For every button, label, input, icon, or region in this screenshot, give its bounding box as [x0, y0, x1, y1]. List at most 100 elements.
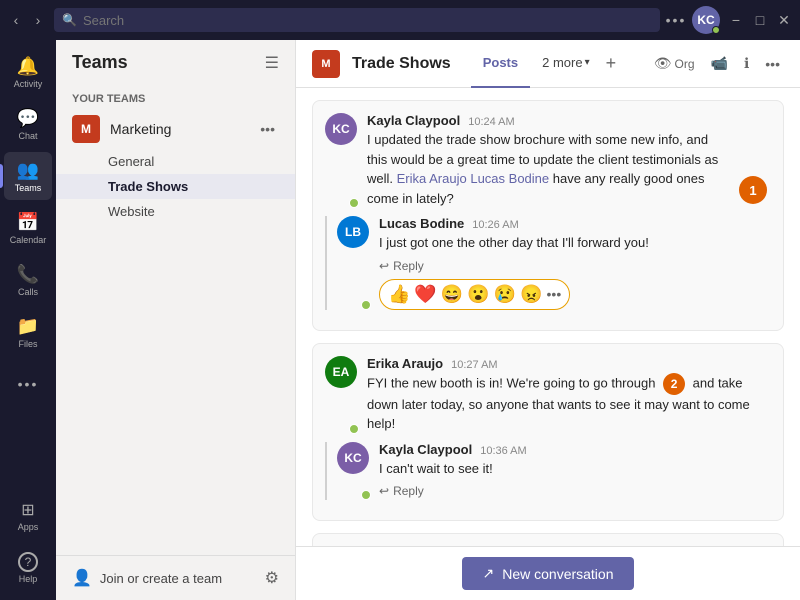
add-tab-button[interactable]: + [602, 49, 621, 78]
maximize-button[interactable]: □ [752, 12, 768, 28]
message-2: EA Erika Araujo 10:27 AM FYI the new boo… [325, 356, 771, 434]
window-controls: ‹ › [8, 12, 46, 28]
nav-apps-label: Apps [18, 522, 39, 532]
channel-website[interactable]: Website [56, 199, 295, 224]
reply-icon: ↩ [379, 259, 389, 273]
info-button[interactable]: ℹ [740, 51, 753, 76]
reaction-more-button[interactable]: ••• [547, 286, 562, 302]
message-reply-2: KC Kayla Claypool 10:36 AM I can't wait … [337, 442, 771, 501]
msg-author-1: Kayla Claypool [367, 113, 460, 128]
header-right: 👁 Org 📹 ℹ ••• [650, 51, 784, 76]
new-conv-icon: ↗ [482, 565, 494, 582]
nav-chat[interactable]: 💬 Chat [4, 100, 52, 148]
nav-apps[interactable]: ⊞ Apps [4, 492, 52, 540]
tab-posts[interactable]: Posts [471, 40, 530, 88]
msg-avatar-reply-2: KC [337, 442, 369, 474]
reply-button-1[interactable]: ↩ Reply [379, 257, 424, 275]
teams-icon: 👥 [17, 160, 39, 181]
channel-general[interactable]: General [56, 149, 295, 174]
msg-avatar-reply-1: LB [337, 216, 369, 248]
filter-button[interactable]: ☰ [265, 53, 279, 73]
msg-author-reply-1: Lucas Bodine [379, 216, 464, 231]
msg-text-2: FYI the new booth is in! We're going to … [367, 373, 771, 434]
back-button[interactable]: ‹ [8, 12, 24, 28]
search-bar[interactable]: 🔍 [54, 8, 660, 32]
calendar-icon: 📅 [17, 212, 39, 233]
reaction-heart[interactable]: ❤️ [414, 284, 436, 305]
msg-header-reply-1: Lucas Bodine 10:26 AM [379, 216, 771, 231]
reply-button-2[interactable]: ↩ Reply [379, 482, 424, 500]
join-team-label: Join or create a team [100, 571, 222, 586]
join-team-button[interactable]: 👤 Join or create a team [72, 568, 222, 588]
teams-section: Your teams M Marketing ••• General Trade… [56, 85, 295, 228]
nav-calls-label: Calls [18, 287, 38, 297]
activity-icon: 🔔 [17, 56, 39, 77]
msg-body-reply-1: Lucas Bodine 10:26 AM I just got one the… [379, 216, 771, 310]
msg-text-reply-2: I can't wait to see it! [379, 459, 771, 479]
nav-calendar[interactable]: 📅 Calendar [4, 204, 52, 252]
msg-time-1: 10:24 AM [468, 116, 514, 128]
help-icon: ? [18, 552, 38, 572]
mention-lucas[interactable]: Lucas Bodine [470, 171, 549, 186]
message-thread-1: KC Kayla Claypool 10:24 AM I updated the… [312, 100, 784, 331]
close-button[interactable]: ✕ [776, 12, 792, 28]
team-more-button[interactable]: ••• [256, 119, 279, 139]
org-view-button[interactable]: 👁 Org [650, 51, 699, 76]
msg-body-2: Erika Araujo 10:27 AM FYI the new booth … [367, 356, 771, 434]
calls-icon: 📞 [17, 264, 39, 285]
reaction-sad[interactable]: 😢 [494, 284, 516, 305]
avatar[interactable]: KC [692, 6, 720, 34]
tab-bar: Posts 2 more ▾ + [471, 40, 620, 88]
message-1: KC Kayla Claypool 10:24 AM I updated the… [325, 113, 771, 208]
team-marketing[interactable]: M Marketing ••• [56, 109, 295, 149]
search-input[interactable] [83, 13, 652, 28]
nav-teams[interactable]: 👥 Teams [4, 152, 52, 200]
message-thread-2: EA Erika Araujo 10:27 AM FYI the new boo… [312, 343, 784, 522]
chevron-down-icon: ▾ [585, 57, 590, 68]
minimize-button[interactable]: − [728, 12, 744, 28]
channel-avatar: M [312, 50, 340, 78]
reaction-surprised[interactable]: 😮 [467, 284, 489, 305]
tab-more[interactable]: 2 more ▾ [530, 40, 602, 88]
mention-erika[interactable]: Erika Araujo [397, 171, 467, 186]
online-indicator-2 [349, 424, 359, 434]
reaction-thumbs-up[interactable]: 👍 [388, 284, 410, 305]
msg-avatar-2: EA [325, 356, 357, 388]
settings-button[interactable]: ⚙ [265, 568, 279, 588]
reaction-laugh[interactable]: 😄 [441, 284, 463, 305]
apps-icon: ⊞ [21, 500, 34, 520]
sidebar-title: Teams [72, 52, 128, 73]
nav-chat-label: Chat [18, 131, 37, 141]
content-area: M Trade Shows Posts 2 more ▾ + 👁 Org 📹 ℹ… [296, 40, 800, 600]
more-header-button[interactable]: ••• [761, 52, 784, 76]
nav-teams-label: Teams [15, 183, 42, 193]
forward-button[interactable]: › [30, 12, 46, 28]
msg-avatar-1: KC [325, 113, 357, 145]
sidebar: Teams ☰ Your teams M Marketing ••• Gener… [56, 40, 296, 600]
badge-2-inline: 2 [663, 373, 685, 395]
more-options-button[interactable]: ••• [668, 12, 684, 28]
video-button[interactable]: 📹 [707, 51, 732, 76]
nav-activity[interactable]: 🔔 Activity [4, 48, 52, 96]
team-avatar: M [72, 115, 100, 143]
reaction-bar-1: 👍 ❤️ 😄 😮 😢 😠 ••• [379, 279, 570, 310]
online-indicator-reply-2 [361, 490, 371, 500]
channel-list: General Trade Shows Website [56, 149, 295, 224]
messages-area[interactable]: KC Kayla Claypool 10:24 AM I updated the… [296, 88, 800, 546]
nav-more[interactable]: ••• [4, 360, 52, 408]
channel-trade-shows[interactable]: Trade Shows [56, 174, 295, 199]
new-conversation-button[interactable]: ↗ New conversation [462, 557, 633, 590]
nav-files[interactable]: 📁 Files [4, 308, 52, 356]
org-icon: 👁 [654, 55, 672, 72]
msg-body-reply-2: Kayla Claypool 10:36 AM I can't wait to … [379, 442, 771, 501]
nav-calls[interactable]: 📞 Calls [4, 256, 52, 304]
nav-help[interactable]: ? Help [4, 544, 52, 592]
msg-text-1: I updated the trade show brochure with s… [367, 130, 725, 208]
msg-header-2: Erika Araujo 10:27 AM [367, 356, 771, 371]
new-conversation-bar: ↗ New conversation [296, 546, 800, 600]
msg-time-2: 10:27 AM [451, 359, 497, 371]
reaction-angry[interactable]: 😠 [520, 284, 542, 305]
sidebar-header: Teams ☰ [56, 40, 295, 85]
msg-time-reply-1: 10:26 AM [472, 219, 518, 231]
nav-calendar-label: Calendar [10, 235, 47, 245]
